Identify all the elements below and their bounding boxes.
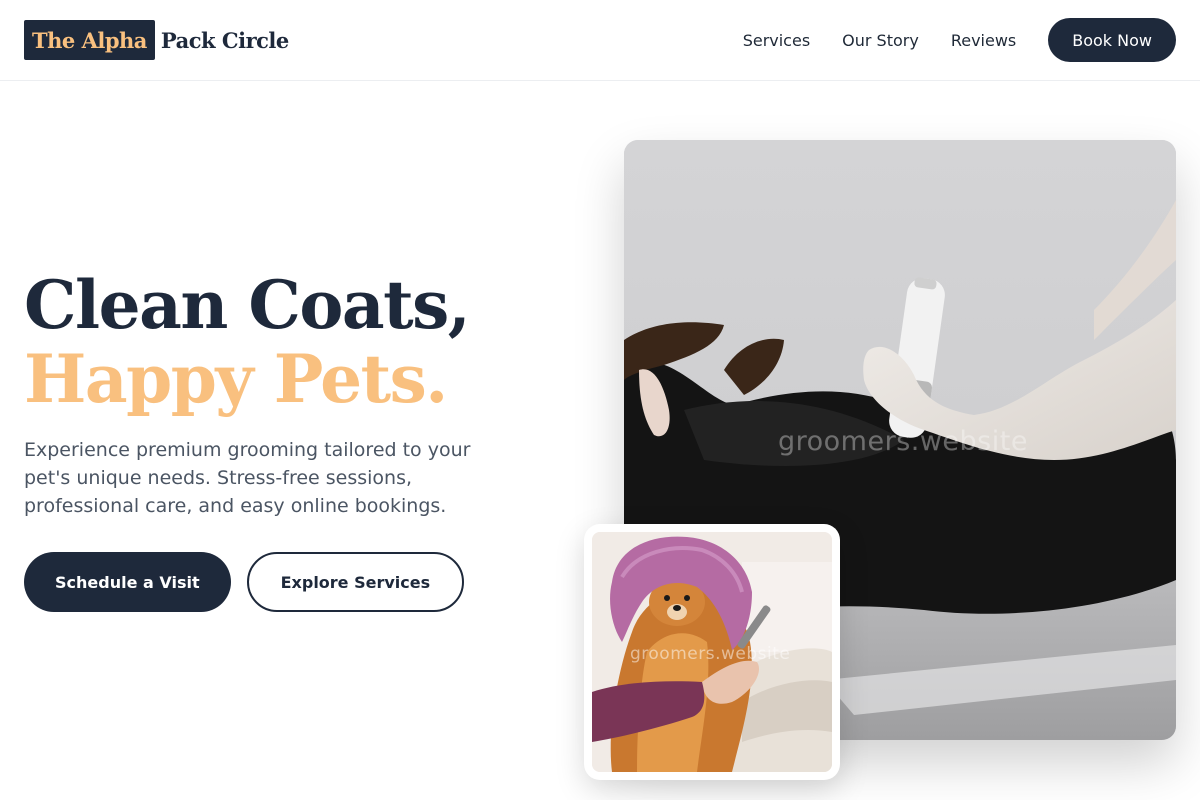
cta-row: Schedule a Visit Explore Services [24, 552, 465, 612]
hero-title-line2: Happy Pets. [24, 340, 448, 418]
logo[interactable]: The Alpha Pack Circle [24, 20, 289, 60]
hero-description: Experience premium grooming tailored to … [24, 439, 471, 517]
small-photo: groomers.website [592, 532, 832, 772]
logo-badge: The Alpha [24, 20, 155, 60]
nav-services[interactable]: Services [743, 31, 810, 50]
small-photo-card: groomers.website [584, 524, 840, 780]
nav-our-story[interactable]: Our Story [842, 31, 919, 50]
hero-title-line1: Clean Coats, [24, 266, 471, 344]
site-header: The Alpha Pack Circle Services Our Story… [0, 0, 1200, 81]
main-nav: Services Our Story Reviews Book Now [743, 18, 1176, 62]
main-photo-watermark: groomers.website [778, 426, 1028, 457]
schedule-visit-button[interactable]: Schedule a Visit [24, 552, 231, 612]
hero-title: Clean Coats, Happy Pets. [24, 268, 564, 416]
logo-text: Pack Circle [160, 27, 289, 53]
book-now-button[interactable]: Book Now [1048, 18, 1176, 62]
explore-services-button[interactable]: Explore Services [246, 552, 465, 612]
nav-reviews[interactable]: Reviews [951, 31, 1016, 50]
small-photo-watermark: groomers.website [630, 644, 791, 664]
